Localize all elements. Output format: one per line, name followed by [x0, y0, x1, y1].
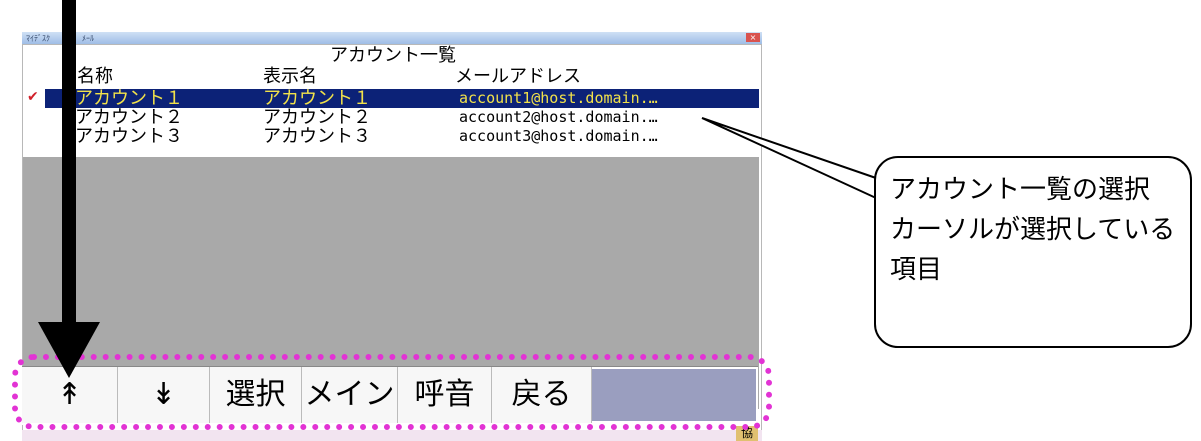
callout-pointer: [701, 117, 878, 200]
down-arrow-shaft: [62, 0, 76, 330]
close-button[interactable]: ×: [746, 33, 760, 42]
cell-name: アカウント１: [75, 89, 183, 108]
list-title: アカウント一覧: [330, 45, 456, 66]
account-row[interactable]: アカウント２ アカウント２ account2@host.domain.…: [23, 108, 759, 127]
cell-display-name: アカウント２: [263, 108, 371, 127]
cell-name: アカウント２: [75, 108, 183, 127]
callout-box: アカウント一覧の選択 カーソルが選択している 項目: [874, 156, 1192, 348]
status-strip: [22, 430, 762, 441]
cell-display-name: アカウント３: [263, 127, 371, 146]
callout-line: アカウント一覧の選択: [890, 175, 1151, 205]
account-row-selected[interactable]: ✔ アカウント１ アカウント１ account1@host.domain.…: [23, 89, 759, 108]
cell-display-name: アカウント１: [263, 89, 371, 108]
callout-line: カーソルが選択している: [890, 215, 1176, 245]
column-header-name[interactable]: 名称: [77, 67, 113, 87]
cell-mail: account1@host.domain.…: [459, 89, 658, 107]
titlebar-text-2: ﾒｰﾙ: [82, 34, 94, 43]
callout-line: 項目: [890, 255, 943, 285]
down-arrow-icon: [38, 322, 100, 378]
cell-name: アカウント３: [75, 127, 183, 146]
window-titlebar: ﾏｲﾃﾞｽｸ ﾒｰﾙ ×: [22, 32, 762, 44]
account-row[interactable]: アカウント３ アカウント３ account3@host.domain.…: [23, 127, 759, 146]
row-check-cell[interactable]: ✔: [23, 89, 45, 108]
column-header-mail-address[interactable]: メールアドレス: [455, 67, 581, 87]
toolbar-highlight-outline: [12, 354, 772, 430]
check-icon: ✔: [27, 89, 39, 105]
column-header-display-name[interactable]: 表示名: [263, 67, 317, 87]
titlebar-text: ﾏｲﾃﾞｽｸ: [26, 34, 50, 43]
